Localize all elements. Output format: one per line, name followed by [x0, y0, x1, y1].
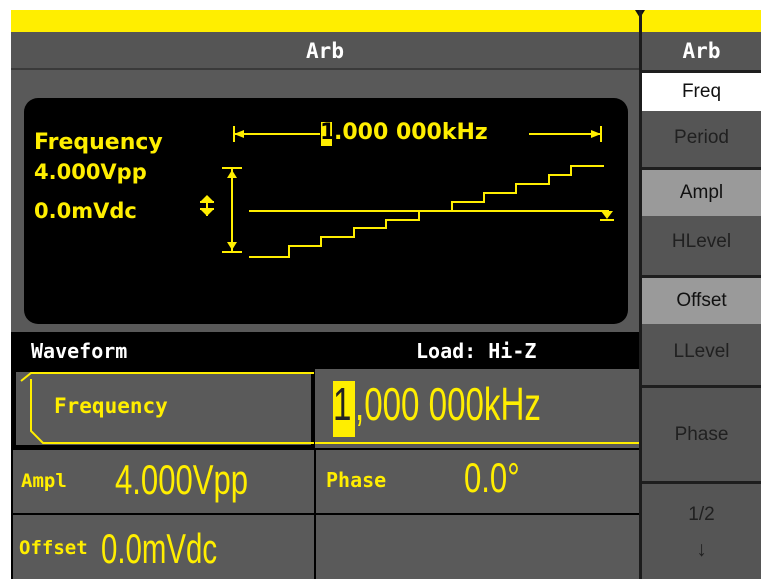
frequency-value-underline	[315, 442, 639, 444]
empty-param-cell	[316, 515, 639, 579]
softkey-menu-title: Arb	[642, 32, 761, 70]
frequency-label: Frequency	[54, 394, 168, 418]
freq-softkey[interactable]: Freq	[642, 73, 761, 111]
offset-marker-icon	[601, 211, 613, 219]
offset-label: Offset	[19, 537, 88, 559]
offset-softkey[interactable]: Offset	[642, 278, 761, 324]
period-softkey[interactable]: Period	[642, 111, 761, 167]
ampl-value: 4.000Vpp	[115, 456, 249, 503]
graph-frequency-value: .000 000kHz	[334, 120, 488, 145]
page-indicator: 1/2	[688, 504, 715, 525]
mode-title: Arb	[11, 32, 639, 70]
amp-down-arrow-icon	[227, 242, 237, 250]
offset-up-arrow-icon	[201, 195, 213, 201]
frequency-cursor-digit: 1	[333, 378, 352, 430]
offset-down-arrow-icon	[201, 210, 213, 216]
waveform-label: Waveform	[31, 339, 128, 363]
offset-value: 0.0mVdc	[101, 525, 218, 572]
function-generator-screen: Arb Frequency 4.000Vpp 0.0mVdc 1 .000 00…	[11, 10, 761, 579]
waveform-display: Frequency 4.000Vpp 0.0mVdc 1 .000 000kHz	[24, 98, 628, 324]
frequency-value-cell[interactable]: 1 ,000 000kHz	[315, 369, 639, 448]
frequency-param-cell[interactable]: Frequency	[13, 369, 314, 448]
ampl-softkey[interactable]: Ampl	[642, 170, 761, 216]
phase-label: Phase	[326, 468, 387, 492]
llevel-softkey[interactable]: LLevel	[642, 324, 761, 385]
phase-param-cell[interactable]: Phase 0.0°	[316, 450, 639, 513]
frequency-value: ,000 000kHz	[355, 378, 541, 430]
offset-param-cell[interactable]: Offset 0.0mVdc	[13, 515, 314, 579]
amp-up-arrow-icon	[227, 170, 237, 178]
ampl-label: Ampl	[21, 470, 67, 492]
status-line: Waveform Load: Hi-Z	[11, 332, 639, 368]
hlevel-softkey[interactable]: HLevel	[642, 216, 761, 275]
page-softkey[interactable]: 1/2 ↓	[642, 484, 761, 579]
top-status-bar	[11, 10, 761, 32]
parameter-table: Frequency 1 ,000 000kHz Ampl 4.000Vpp Ph…	[11, 368, 639, 579]
next-page-arrow-icon: ↓	[696, 538, 707, 561]
ampl-param-cell[interactable]: Ampl 4.000Vpp	[13, 450, 314, 513]
phase-softkey[interactable]: Phase	[642, 388, 761, 481]
arrow-left-head-icon	[234, 130, 244, 138]
phase-value: 0.0°	[464, 454, 520, 501]
load-status: Load: Hi-Z	[416, 339, 537, 363]
arrow-right-head-icon	[591, 130, 601, 138]
